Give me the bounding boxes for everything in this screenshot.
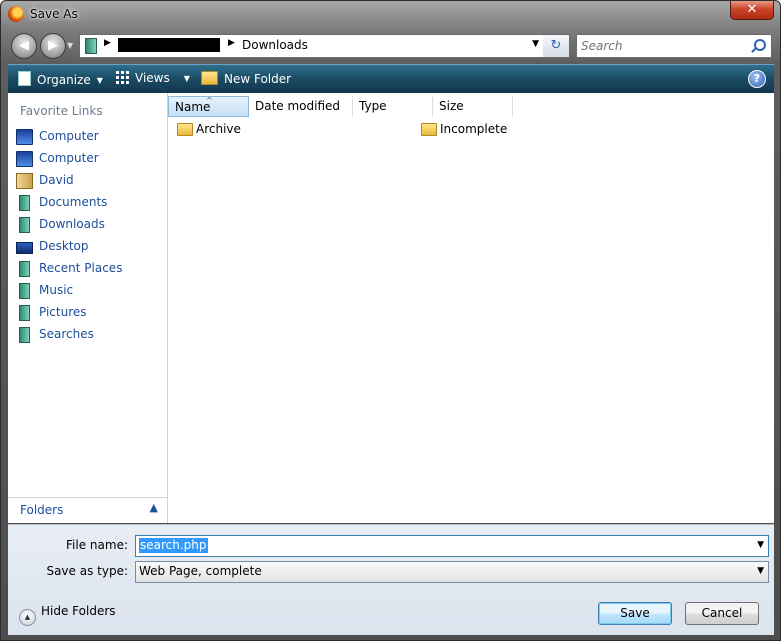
new-folder-label: New Folder <box>224 72 292 86</box>
documents-icon <box>19 195 30 211</box>
folders-label: Folders <box>20 503 64 517</box>
new-folder-button[interactable]: New Folder <box>201 71 291 86</box>
file-list-pane[interactable]: ^ Name Date modified Type Size Archive I… <box>168 93 774 523</box>
favorite-link-documents[interactable]: Documents <box>8 193 167 215</box>
search-icon[interactable] <box>754 39 766 51</box>
chevron-down-icon[interactable]: ▼ <box>757 540 764 550</box>
favorite-link-desktop[interactable]: Desktop <box>8 237 167 259</box>
save-as-type-select[interactable]: Web Page, complete ▼ <box>135 561 769 583</box>
user-folder-icon <box>16 173 33 189</box>
save-options-panel: File name: search.php ▼ Save as type: We… <box>8 524 774 635</box>
help-icon[interactable]: ? <box>748 70 766 88</box>
organize-menu[interactable]: Organize ▼ <box>18 71 103 87</box>
file-item-incomplete[interactable]: Incomplete <box>421 121 511 139</box>
back-button[interactable]: ◀ <box>11 33 37 59</box>
redacted-path-segment[interactable] <box>118 38 220 52</box>
title-bar[interactable]: Save As ✕ <box>1 1 780 29</box>
firefox-icon <box>8 6 24 22</box>
save-as-type-label: Save as type: <box>46 564 128 578</box>
favorite-link-recent-places[interactable]: Recent Places <box>8 259 167 281</box>
chevron-right-icon[interactable]: ▶ <box>104 38 111 48</box>
downloads-icon <box>19 217 30 233</box>
favorite-link-pictures[interactable]: Pictures <box>8 303 167 325</box>
navigation-row: ◀ ▶ ▼ ▶ ▶ Downloads ▼ ↻ <box>1 31 780 61</box>
favorite-links-heading: Favorite Links <box>20 104 103 118</box>
cancel-button[interactable]: Cancel <box>685 602 759 625</box>
navigation-pane: Favorite Links Computer Computer David D… <box>8 93 168 523</box>
favorite-link-computer[interactable]: Computer <box>8 149 167 171</box>
file-name-input[interactable]: search.php <box>139 538 208 553</box>
recent-places-icon <box>19 261 30 277</box>
searches-icon <box>19 327 30 343</box>
window-title: Save As <box>30 7 78 21</box>
desktop-icon <box>16 242 33 254</box>
folder-icon <box>177 123 193 136</box>
address-current-folder[interactable]: Downloads <box>242 38 308 52</box>
favorite-link-searches[interactable]: Searches <box>8 325 167 347</box>
sort-ascending-icon: ^ <box>206 96 213 105</box>
chevron-down-icon[interactable]: ▼ <box>757 566 764 576</box>
column-header-date-modified[interactable]: Date modified <box>249 96 353 117</box>
save-as-dialog: Save As ✕ ◀ ▶ ▼ ▶ ▶ Downloads ▼ ↻ Organi… <box>0 0 781 641</box>
close-button[interactable]: ✕ <box>730 1 774 20</box>
file-item-archive[interactable]: Archive <box>177 121 257 139</box>
column-header-type[interactable]: Type <box>353 96 433 117</box>
favorite-link-downloads[interactable]: Downloads <box>8 215 167 237</box>
recent-pages-dropdown-icon[interactable]: ▼ <box>67 41 73 50</box>
folders-toggle-bar[interactable]: Folders ▲ <box>8 497 167 523</box>
computer-icon <box>16 129 33 145</box>
chevron-down-icon: ▼ <box>96 76 103 85</box>
save-button[interactable]: Save <box>598 602 672 625</box>
computer-icon <box>16 151 33 167</box>
views-icon <box>116 71 129 84</box>
folder-icon <box>421 123 437 136</box>
refresh-button[interactable]: ↻ <box>543 34 570 58</box>
search-box[interactable] <box>576 34 772 58</box>
favorite-links-list: Computer Computer David Documents Downlo… <box>8 127 167 347</box>
chevron-right-icon[interactable]: ▶ <box>228 38 235 48</box>
hide-folders-label: Hide Folders <box>41 604 116 618</box>
chevron-down-icon: ▼ <box>183 74 190 83</box>
chevron-up-icon[interactable]: ▲ <box>150 501 158 514</box>
column-header-name[interactable]: ^ Name <box>168 96 249 117</box>
address-dropdown-icon[interactable]: ▼ <box>532 39 539 49</box>
pictures-icon <box>19 305 30 321</box>
command-toolbar: Organize ▼ Views ▼ New Folder ? <box>8 64 774 93</box>
new-folder-icon <box>201 71 218 85</box>
file-name-combo[interactable]: search.php ▼ <box>135 535 769 557</box>
folder-path-icon <box>85 38 97 54</box>
music-icon <box>19 283 30 299</box>
organize-icon <box>18 71 31 86</box>
favorite-link-computer[interactable]: Computer <box>8 127 167 149</box>
save-as-type-value: Web Page, complete <box>139 564 262 578</box>
organize-label: Organize <box>37 73 91 87</box>
address-bar[interactable]: ▶ ▶ Downloads ▼ <box>79 34 545 58</box>
forward-button[interactable]: ▶ <box>40 33 66 59</box>
views-label: Views <box>135 71 170 85</box>
chevron-up-icon: ▲ <box>19 609 36 626</box>
favorite-link-david[interactable]: David <box>8 171 167 193</box>
hide-folders-toggle[interactable]: ▲ Hide Folders <box>19 604 116 626</box>
favorite-link-music[interactable]: Music <box>8 281 167 303</box>
views-menu[interactable]: Views ▼ <box>116 71 190 85</box>
search-input[interactable] <box>577 35 755 57</box>
file-name-label: File name: <box>66 538 128 552</box>
column-header-size[interactable]: Size <box>433 96 513 117</box>
